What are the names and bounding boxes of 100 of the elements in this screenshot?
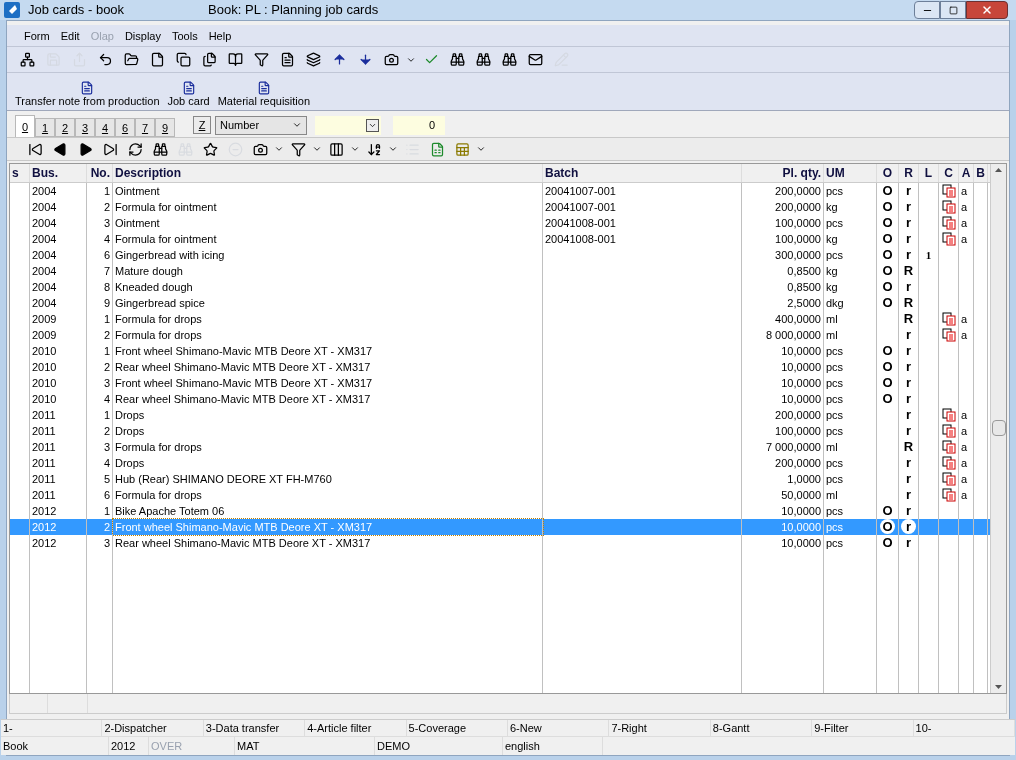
table-cell: pcs [824, 359, 877, 376]
table-cell: r [905, 391, 912, 407]
report-button[interactable]: Material requisition [217, 80, 311, 109]
table-row[interactable]: 2010 3 Front wheel Shimano-Mavic MTB Deore XT - XM317 10,0000 pcs O r [10, 375, 990, 392]
table-row[interactable]: 2009 1 Formula for drops 400,0000 ml R a [10, 311, 990, 328]
table-cell: r [905, 423, 912, 439]
table-cell: kg [824, 279, 877, 296]
table-row[interactable]: 2004 2 Formula for ointment 20041007-001 200,0000 kg O r a [10, 199, 990, 216]
column-header[interactable]: C [939, 164, 959, 183]
tab[interactable]: 2 [55, 118, 75, 138]
column-header[interactable]: No. [87, 164, 113, 183]
tab[interactable]: 9 [155, 118, 175, 138]
maximize-icon [948, 5, 958, 15]
column-header[interactable]: Batch [543, 164, 742, 183]
table-cell: Hub (Rear) SHIMANO DEORE XT FH-M760 [113, 471, 543, 488]
column-header[interactable]: B [974, 164, 988, 183]
table-row[interactable]: 2009 2 Formula for drops 8 000,0000 ml r a [10, 327, 990, 344]
window-title: Job cards - book [28, 1, 125, 20]
tab[interactable]: 3 [75, 118, 95, 138]
table-cell: Kneaded dough [113, 279, 543, 296]
table-cell: r [905, 455, 912, 471]
close-button[interactable] [966, 1, 1008, 20]
menu-item[interactable]: Help [203, 27, 237, 45]
table-row[interactable]: 2011 5 Hub (Rear) SHIMANO DEORE XT FH-M760 1,0000 pcs r a [10, 471, 990, 488]
table-row[interactable]: 2011 4 Drops 200,0000 pcs r a [10, 455, 990, 472]
scroll-thumb[interactable] [991, 420, 1006, 437]
table-row[interactable]: 2004 7 Mature dough 0,8500 kg O R [10, 263, 990, 280]
report-button[interactable]: Transfer note from production [15, 80, 160, 109]
table-cell: O [882, 247, 893, 263]
filter-field[interactable] [315, 115, 381, 135]
column-header[interactable]: O [877, 164, 899, 183]
table-cell: 20041008-001 [543, 215, 742, 232]
table-cell: 300,0000 [742, 247, 824, 264]
table-cell: 3 [87, 535, 113, 552]
table-cell: 2,5000 [742, 295, 824, 312]
table-cell: a [961, 473, 968, 486]
tab[interactable]: 7 [135, 118, 155, 138]
table-cell: Formula for drops [113, 311, 543, 328]
table-cell: a [961, 185, 968, 198]
table-cell: 2012 [30, 535, 87, 552]
table-cell: 3 [87, 215, 113, 232]
table-row[interactable]: 2011 6 Formula for drops 50,0000 ml r a [10, 487, 990, 504]
column-header[interactable]: L [919, 164, 939, 183]
table-cell: pcs [824, 423, 877, 440]
table-cell: a [961, 217, 968, 230]
column-header[interactable]: A [959, 164, 974, 183]
table-cell: 9 [87, 295, 113, 312]
column-header[interactable]: Bus. [30, 164, 87, 183]
tab[interactable]: 4 [95, 118, 115, 138]
table-cell: 2004 [30, 263, 87, 280]
column-header[interactable]: s [10, 164, 30, 183]
table-row[interactable]: 2004 4 Formula for ointment 20041008-001 100,0000 kg O r a [10, 231, 990, 248]
table-cell: Front wheel Shimano-Mavic MTB Deore XT - XM317 [113, 375, 543, 392]
table-cell: a [961, 441, 968, 454]
sort-button[interactable]: Z [193, 116, 211, 135]
scrollbar[interactable] [990, 164, 1006, 694]
column-header[interactable]: Description [113, 164, 543, 183]
dropdown-button[interactable] [366, 118, 379, 132]
report-button[interactable]: Job card [167, 80, 210, 109]
count-field[interactable]: 0 [393, 115, 445, 135]
table-row[interactable]: 2004 3 Ointment 20041008-001 100,0000 pcs O r a [10, 215, 990, 232]
menu-item[interactable]: Form [19, 27, 55, 45]
sort-select[interactable]: Number [215, 115, 307, 135]
maximize-button[interactable] [940, 1, 966, 20]
table-cell: 5 [87, 471, 113, 488]
menu-item[interactable]: Tools [166, 27, 203, 45]
table-cell: r [905, 247, 912, 263]
table-row[interactable]: 2011 1 Drops 200,0000 pcs r a [10, 407, 990, 424]
menu-item[interactable]: Display [119, 27, 166, 45]
table-row[interactable]: 2012 2 Front wheel Shimano-Mavic MTB Deore XT - XM317 10,0000 pcs O r [10, 519, 990, 536]
column-header[interactable]: Pl. qty. [742, 164, 824, 183]
table-row[interactable]: 2012 3 Rear wheel Shimano-Mavic MTB Deore XT - XM317 10,0000 pcs O r [10, 535, 990, 552]
table-cell: Drops [113, 407, 543, 424]
table-cell: 2009 [30, 311, 87, 328]
menu-item[interactable]: Edit [55, 27, 85, 45]
table-cell: 2011 [30, 487, 87, 504]
column-header[interactable]: R [899, 164, 919, 183]
table-cell: 200,0000 [742, 407, 824, 424]
table-cell: 2004 [30, 231, 87, 248]
table-row[interactable]: 2011 3 Formula for drops 7 000,0000 ml R a [10, 439, 990, 456]
table-row[interactable]: 2010 4 Rear wheel Shimano-Mavic MTB Deore XT - XM317 10,0000 pcs O r [10, 391, 990, 408]
column-header[interactable]: UM [824, 164, 877, 183]
table-row[interactable]: 2004 1 Ointment 20041007-001 200,0000 pcs O r a [10, 183, 990, 200]
tab[interactable]: 1 [35, 118, 55, 138]
tab[interactable]: 0 [15, 115, 35, 138]
minimize-button[interactable] [914, 1, 940, 20]
table-row[interactable]: 2004 9 Gingerbread spice 2,5000 dkg O R [10, 295, 990, 312]
table-cell: 10,0000 [742, 375, 824, 392]
table-cell: 1 [87, 407, 113, 424]
table-row[interactable]: 2011 2 Drops 100,0000 pcs r a [10, 423, 990, 440]
table-row[interactable]: 2004 6 Gingerbread with icing 300,0000 pcs O r 1 [10, 247, 990, 264]
table-cell: Gingerbread with icing [113, 247, 543, 264]
table-cell: kg [824, 231, 877, 248]
close-icon [981, 4, 993, 17]
tab[interactable]: 6 [115, 118, 135, 138]
table-row[interactable]: 2010 1 Front wheel Shimano-Mavic MTB Deore XT - XM317 10,0000 pcs O r [10, 343, 990, 360]
table-cell: pcs [824, 343, 877, 360]
scroll-down-icon [995, 685, 1002, 690]
table-row[interactable]: 2010 2 Rear wheel Shimano-Mavic MTB Deore XT - XM317 10,0000 pcs O r [10, 359, 990, 376]
table-row[interactable]: 2004 8 Kneaded dough 0,8500 kg O r [10, 279, 990, 296]
